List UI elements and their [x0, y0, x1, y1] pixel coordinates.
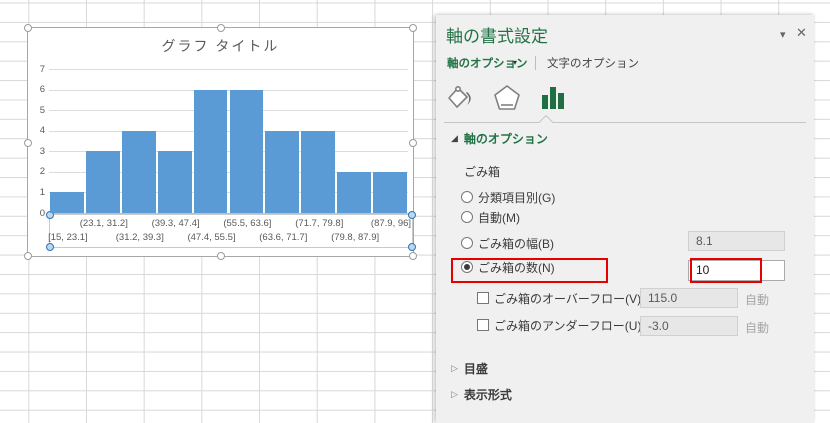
- chart-resize-handle[interactable]: [24, 24, 32, 32]
- histogram-bar[interactable]: [85, 151, 120, 213]
- option-bin-width[interactable]: ごみ箱の幅(B): [461, 233, 554, 253]
- option-automatic[interactable]: 自動(M): [461, 207, 520, 227]
- y-axis-tick-label: 7: [39, 63, 45, 75]
- histogram-bar[interactable]: [229, 89, 264, 213]
- overflow-auto-label: 自動: [745, 293, 770, 307]
- y-axis-tick-label: 1: [39, 186, 45, 198]
- pane-collapse-icon[interactable]: ▾: [780, 28, 786, 42]
- category-label: (71.7, 79.8]: [295, 218, 344, 229]
- y-axis-tick-label: 5: [39, 104, 45, 116]
- radio-bin-width[interactable]: [461, 237, 473, 249]
- pane-title: 軸の書式設定: [446, 27, 548, 46]
- category-axis-labels[interactable]: [15, 23.1] (23.1, 31.2] (31.2, 39.3] (39.3,…: [46, 211, 416, 251]
- expanded-triangle-icon: ◢: [451, 132, 458, 143]
- bin-width-field[interactable]: 8.1: [688, 231, 785, 251]
- y-axis-tick-label: 3: [39, 145, 45, 157]
- category-label: [15, 23.1]: [48, 232, 88, 243]
- overflow-field[interactable]: 115.0: [640, 288, 738, 308]
- axis-options-icon[interactable]: [539, 83, 571, 113]
- category-label: (55.5, 63.6]: [223, 218, 272, 229]
- chart-resize-handle[interactable]: [409, 24, 417, 32]
- option-overflow[interactable]: ごみ箱のオーバーフロー(V): [461, 288, 641, 308]
- divider: [444, 122, 806, 123]
- underflow-field[interactable]: -3.0: [640, 316, 738, 336]
- histogram-chart[interactable]: グラフ タイトル [15, 23.1] (23.1, 31.2] (31.2, 39…: [24, 24, 417, 260]
- option-underflow[interactable]: ごみ箱のアンダーフロー(U): [461, 315, 641, 335]
- y-gridline: [49, 89, 408, 91]
- chevron-down-icon[interactable]: ▾: [513, 58, 517, 67]
- section-number-format[interactable]: ▷ 表示形式: [451, 386, 512, 402]
- category-label: (39.3, 47.4]: [151, 218, 200, 229]
- underflow-auto-label: 自動: [745, 321, 770, 335]
- radio-bin-count[interactable]: [461, 261, 473, 273]
- histogram-bar[interactable]: [121, 130, 156, 213]
- histogram-bar[interactable]: [301, 130, 336, 213]
- y-axis-tick-label: 6: [39, 84, 45, 96]
- category-label: (47.4, 55.5]: [187, 232, 236, 243]
- histogram-bar[interactable]: [50, 192, 84, 213]
- effects-icon[interactable]: [492, 83, 524, 113]
- format-axis-pane: 軸の書式設定 ▾ ✕ 軸のオプション ▾ 文字のオプション ◢ 軸のオプション …: [436, 15, 814, 423]
- section-axis-options[interactable]: ◢ 軸のオプション: [451, 130, 548, 146]
- option-by-category[interactable]: 分類項目別(G): [461, 187, 555, 207]
- fill-line-icon[interactable]: [444, 83, 476, 113]
- y-axis-tick-label: 0: [39, 207, 45, 219]
- y-axis-tick-label: 2: [39, 166, 45, 178]
- histogram-bar[interactable]: [337, 171, 372, 213]
- y-gridline: [49, 69, 408, 70]
- pane-close-icon[interactable]: ✕: [796, 26, 807, 40]
- y-gridline: [49, 130, 408, 132]
- chart-resize-handle[interactable]: [409, 139, 417, 147]
- chart-title[interactable]: グラフ タイトル: [28, 36, 413, 56]
- collapsed-triangle-icon: ▷: [451, 388, 458, 399]
- histogram-bar[interactable]: [265, 130, 300, 213]
- histogram-bar[interactable]: [373, 171, 407, 213]
- axis-selection-handle[interactable]: [408, 243, 416, 251]
- chart-resize-handle[interactable]: [217, 252, 225, 260]
- checkbox-underflow-bin[interactable]: [477, 319, 489, 331]
- category-label: (79.8, 87.9]: [331, 232, 380, 243]
- chart-resize-handle[interactable]: [409, 252, 417, 260]
- radio-automatic[interactable]: [461, 211, 473, 223]
- selected-tab-caret: [538, 114, 554, 130]
- chart-resize-handle[interactable]: [24, 252, 32, 260]
- collapsed-triangle-icon: ▷: [451, 362, 458, 373]
- y-gridline: [49, 110, 408, 112]
- tab-separator: [535, 56, 536, 70]
- checkbox-overflow-bin[interactable]: [477, 292, 489, 304]
- chart-resize-handle[interactable]: [217, 24, 225, 32]
- category-label: (63.6, 71.7]: [259, 232, 308, 243]
- histogram-bar[interactable]: [193, 89, 228, 213]
- section-tick-marks[interactable]: ▷ 目盛: [451, 360, 488, 376]
- histogram-bar[interactable]: [157, 151, 192, 213]
- category-label: (23.1, 31.2]: [79, 218, 128, 229]
- radio-by-category[interactable]: [461, 191, 473, 203]
- y-axis-tick-label: 4: [39, 125, 45, 137]
- category-label: (87.9, 96]: [370, 218, 412, 229]
- option-bin-count[interactable]: ごみ箱の数(N): [461, 257, 555, 277]
- tab-text-options[interactable]: 文字のオプション: [547, 55, 639, 71]
- category-label: (31.2, 39.3]: [115, 232, 164, 243]
- bins-group-label: ごみ箱: [464, 165, 501, 179]
- axis-selection-handle[interactable]: [46, 243, 54, 251]
- bin-count-field[interactable]: 10: [688, 260, 785, 281]
